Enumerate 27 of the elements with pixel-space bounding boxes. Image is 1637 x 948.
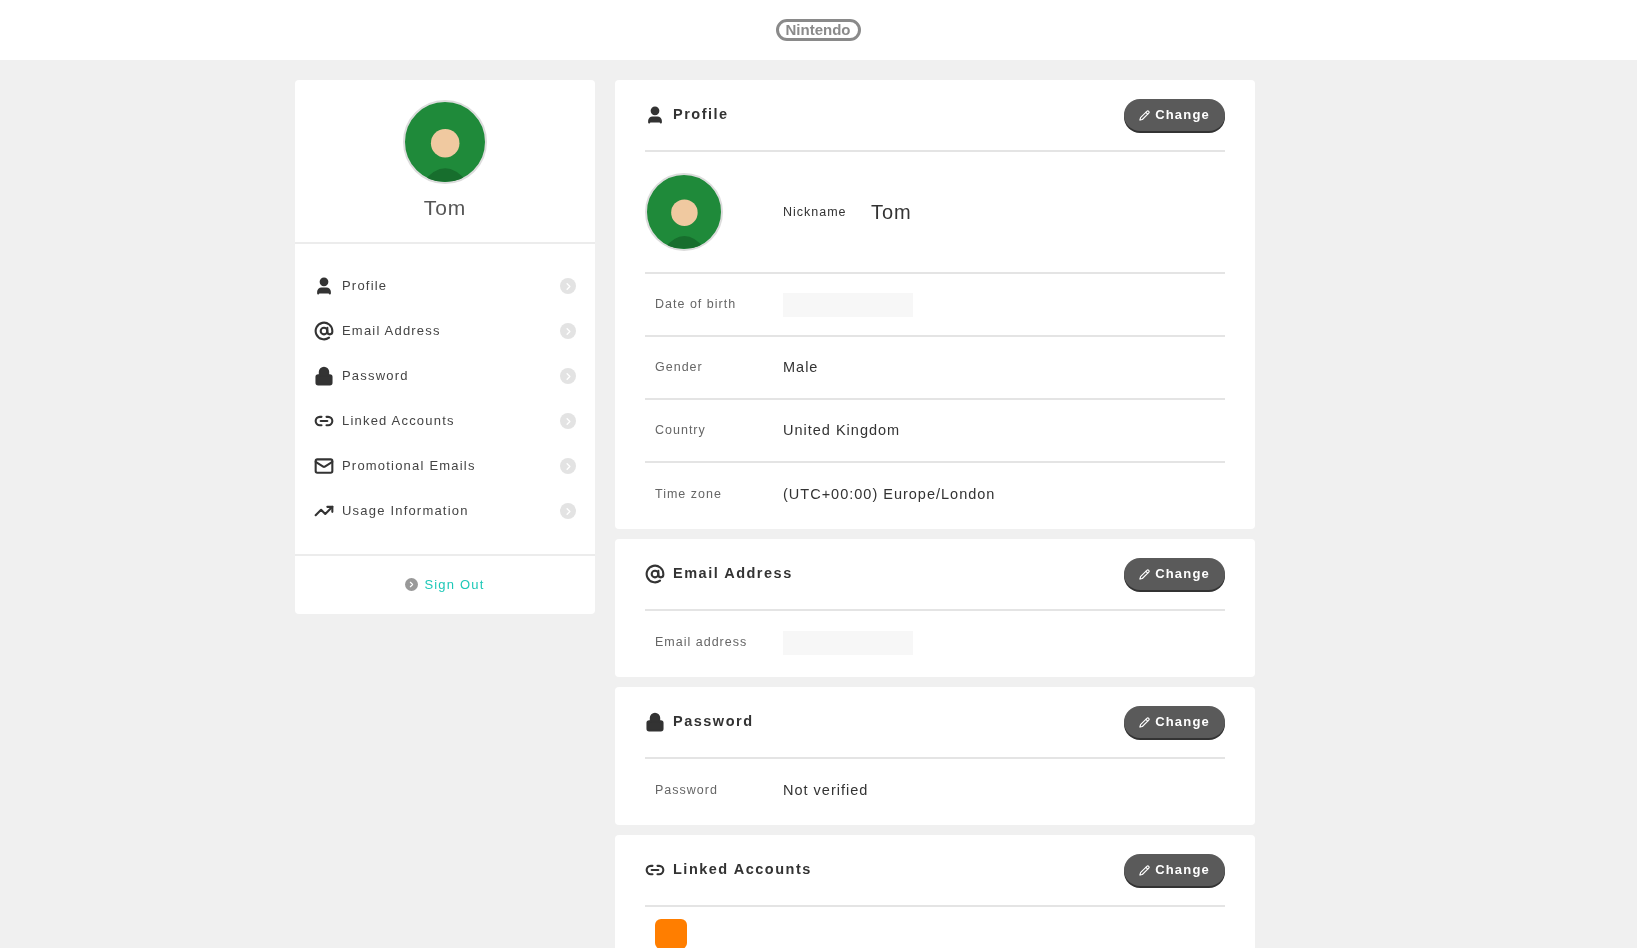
section-title: Linked Accounts: [673, 860, 813, 880]
field-value: Male: [783, 357, 819, 377]
field-value: United Kingdom: [783, 420, 901, 440]
nickname-value: Tom: [871, 200, 912, 225]
field-label: Gender: [655, 359, 704, 377]
field-label: Time zone: [655, 486, 723, 504]
field-label: Password: [655, 782, 719, 800]
sidebar-item[interactable]: Profile: [295, 263, 595, 309]
field-label: Email address: [655, 634, 749, 652]
change-button[interactable]: Change: [1124, 854, 1225, 886]
section-title: Password: [673, 712, 755, 732]
sidebar-item[interactable]: Email Address: [295, 308, 595, 354]
sidebar-item[interactable]: Linked Accounts: [295, 398, 595, 444]
field-value: (UTC+00:00) Europe/London: [783, 484, 996, 504]
field-label: Date of birth: [655, 296, 738, 314]
change-button[interactable]: Change: [1124, 558, 1225, 590]
sidebar-item[interactable]: Password: [295, 353, 595, 399]
sidebar-item[interactable]: Usage Information: [295, 488, 595, 534]
field-label: Nickname: [783, 203, 848, 221]
field-label: Country: [655, 422, 707, 440]
section-title: Profile: [673, 105, 730, 125]
change-button[interactable]: Change: [1124, 99, 1225, 131]
field-value: Not verified: [783, 780, 869, 800]
change-button[interactable]: Change: [1124, 706, 1225, 738]
user-name: Tom: [423, 195, 467, 221]
sidebar-item[interactable]: Promotional Emails: [295, 443, 595, 489]
section-title: Email Address: [673, 564, 794, 584]
